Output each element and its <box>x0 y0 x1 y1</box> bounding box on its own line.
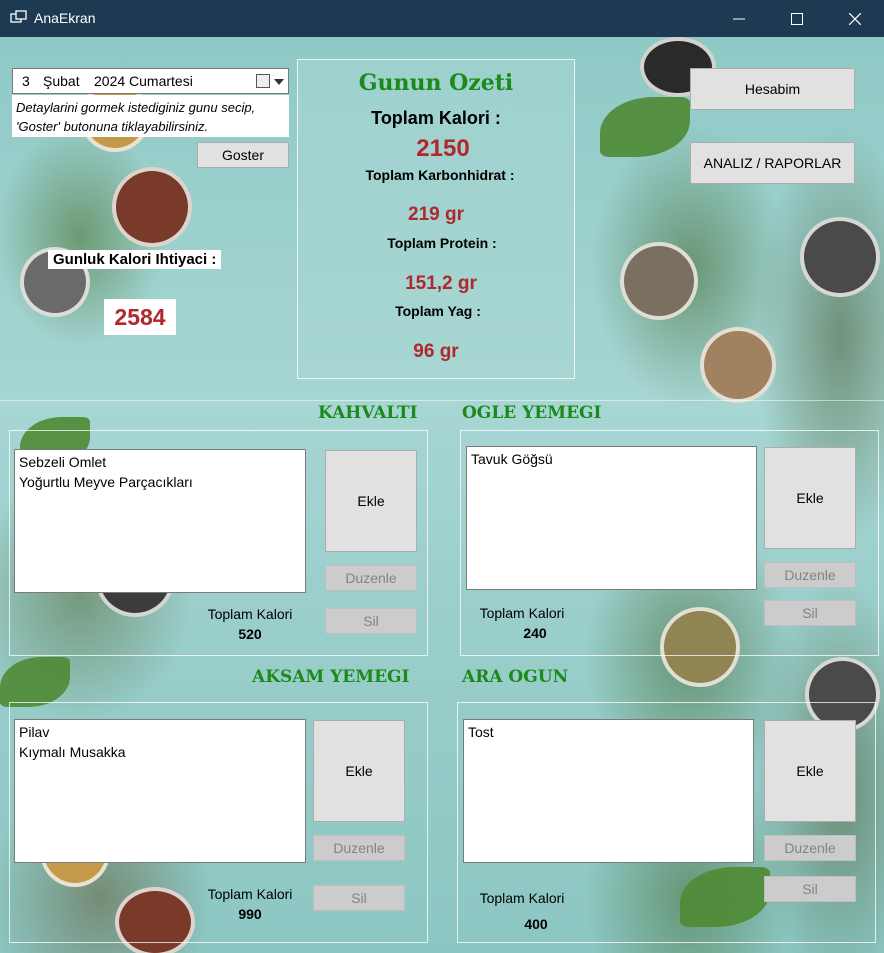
breakfast-edit-button[interactable]: Duzenle <box>325 565 417 591</box>
total-protein-value: 151,2 gr <box>405 273 477 294</box>
lunch-total-value: 240 <box>523 625 547 641</box>
total-protein-label: Toplam Protein : <box>387 235 497 251</box>
show-day-button[interactable]: Goster <box>197 142 289 168</box>
snack-delete-button[interactable]: Sil <box>764 876 856 902</box>
title-bar: AnaEkran <box>0 0 884 37</box>
dinner-add-button[interactable]: Ekle <box>313 720 405 822</box>
snack-total-label: Toplam Kalori <box>479 890 565 906</box>
section-divider <box>0 400 884 401</box>
total-fat-label: Toplam Yag : <box>395 303 481 319</box>
breakfast-list[interactable]: Sebzeli Omlet Yoğurtlu Meyve Parçacıklar… <box>14 449 306 593</box>
lunch-list[interactable]: Tavuk Göğsü <box>466 446 757 590</box>
main-window-content: 3 Şubat 2024 Cumartesi Detaylarini gorme… <box>0 37 884 953</box>
list-item[interactable]: Pilav <box>19 722 301 742</box>
lunch-edit-button[interactable]: Duzenle <box>764 562 856 588</box>
close-button[interactable] <box>826 0 884 37</box>
account-button[interactable]: Hesabim <box>690 68 855 110</box>
total-fat-value: 96 gr <box>413 341 459 362</box>
minimize-icon <box>733 18 745 19</box>
date-hint-text: Detaylarini gormek istediginiz gunu seci… <box>12 95 289 137</box>
summary-title: Gunun Ozeti <box>358 70 514 96</box>
breakfast-add-button[interactable]: Ekle <box>325 450 417 552</box>
close-icon <box>849 12 861 25</box>
dinner-edit-button[interactable]: Duzenle <box>313 835 405 861</box>
daily-need-label: Gunluk Kalori Ihtiyaci : <box>48 250 222 269</box>
calendar-icon[interactable] <box>256 74 270 88</box>
minimize-button[interactable] <box>710 0 768 37</box>
total-calorie-label: Toplam Kalori : <box>371 108 501 128</box>
dinner-total-label: Toplam Kalori <box>207 886 293 902</box>
lunch-delete-button[interactable]: Sil <box>764 600 856 626</box>
list-item[interactable]: Tost <box>468 722 749 742</box>
app-window-icon <box>10 10 27 23</box>
snack-title: ARA OGUN <box>462 667 569 687</box>
lunch-add-button[interactable]: Ekle <box>764 447 856 549</box>
list-item[interactable]: Yoğurtlu Meyve Parçacıkları <box>19 472 301 492</box>
lunch-title: OGLE YEMEGI <box>462 403 602 423</box>
date-picker[interactable]: 3 Şubat 2024 Cumartesi <box>12 68 289 94</box>
window-title: AnaEkran <box>34 10 96 26</box>
breakfast-delete-button[interactable]: Sil <box>325 608 417 634</box>
daily-summary-panel: Gunun Ozeti Toplam Kalori : 2150 Toplam … <box>297 59 575 379</box>
list-item[interactable]: Kıymalı Musakka <box>19 742 301 762</box>
total-carb-label: Toplam Karbonhidrat : <box>365 167 515 183</box>
list-item[interactable]: Sebzeli Omlet <box>19 452 301 472</box>
snack-edit-button[interactable]: Duzenle <box>764 835 856 861</box>
total-carb-value: 219 gr <box>408 204 464 225</box>
reports-button[interactable]: ANALIZ / RAPORLAR <box>690 142 855 184</box>
breakfast-total-label: Toplam Kalori <box>207 606 293 622</box>
snack-add-button[interactable]: Ekle <box>764 720 856 822</box>
lunch-total-label: Toplam Kalori <box>479 605 565 621</box>
total-calorie-value: 2150 <box>416 135 470 162</box>
dinner-total-value: 990 <box>238 906 262 922</box>
daily-need-value: 2584 <box>104 299 176 335</box>
maximize-button[interactable] <box>768 0 826 37</box>
date-day[interactable]: 3 <box>22 73 30 89</box>
chevron-down-icon[interactable] <box>274 79 284 85</box>
dinner-delete-button[interactable]: Sil <box>313 885 405 911</box>
breakfast-title: KAHVALTI <box>318 403 418 423</box>
maximize-icon <box>791 12 803 25</box>
snack-list[interactable]: Tost <box>463 719 754 863</box>
date-year-weekday[interactable]: 2024 Cumartesi <box>94 73 193 89</box>
date-month[interactable]: Şubat <box>43 73 80 89</box>
dinner-title: AKSAM YEMEGI <box>252 667 410 687</box>
dinner-list[interactable]: Pilav Kıymalı Musakka <box>14 719 306 863</box>
list-item[interactable]: Tavuk Göğsü <box>471 449 752 469</box>
snack-total-value: 400 <box>524 916 548 932</box>
breakfast-total-value: 520 <box>238 626 262 642</box>
